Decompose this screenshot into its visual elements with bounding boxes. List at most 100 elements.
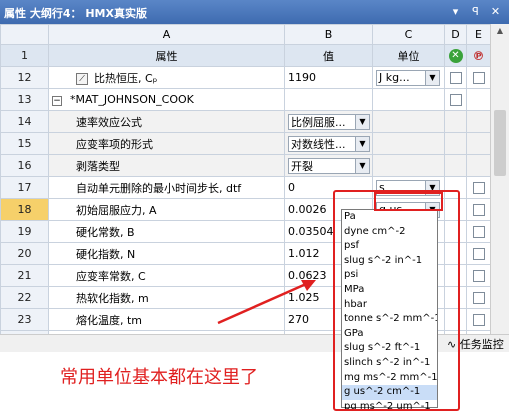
property-name-cell[interactable]: 剥落类型 — [48, 154, 285, 177]
property-label: 应变率常数, C — [76, 269, 146, 283]
column-letter-d[interactable]: D — [444, 24, 467, 45]
property-icon: ⟋ — [76, 72, 88, 85]
row-number[interactable]: 17 — [0, 176, 49, 199]
property-name-cell[interactable]: 硬化常数, B — [48, 220, 285, 243]
dropdown-arrow-icon[interactable]: ▼ — [355, 114, 369, 129]
value-cell[interactable]: 比例屈服... ▼ — [284, 110, 373, 133]
value-combobox[interactable]: 开裂 ▼ — [288, 157, 370, 174]
column-e-cell — [466, 66, 490, 89]
value-text: 270 — [288, 313, 309, 326]
checkbox[interactable] — [449, 94, 462, 106]
scroll-up-icon[interactable]: ▲ — [493, 26, 507, 40]
column-e-cell — [466, 110, 490, 133]
collapse-icon[interactable]: − — [52, 96, 62, 106]
column-d-cell — [444, 88, 467, 111]
unit-cell[interactable] — [372, 132, 445, 155]
row-number[interactable]: 14 — [0, 110, 49, 133]
row-number[interactable]: 22 — [0, 286, 49, 309]
column-e-cell — [466, 132, 490, 155]
checkbox[interactable] — [472, 204, 485, 216]
checkbox[interactable] — [449, 72, 462, 84]
property-name-cell[interactable]: 自动单元删除的最小时间步长, dtf — [48, 176, 285, 199]
column-e-cell — [466, 308, 490, 331]
annotation-text: 常用单位基本都在这里了 — [60, 367, 258, 388]
property-label: *MAT_JOHNSON_COOK — [70, 93, 194, 106]
property-label: 初始屈服应力, A — [76, 203, 157, 217]
value-cell[interactable]: 对数线性... ▼ — [284, 132, 373, 155]
parameter-icon[interactable]: ℗ — [472, 49, 486, 63]
unit-combobox[interactable]: J kg... ▼ — [376, 69, 440, 86]
checkbox[interactable] — [472, 314, 485, 326]
column-letter-e[interactable]: E — [466, 24, 490, 45]
value-combobox[interactable]: 比例屈服... ▼ — [288, 113, 370, 130]
column-letter-a[interactable]: A — [48, 24, 285, 45]
value-text: 1190 — [288, 71, 316, 84]
column-d-cell — [444, 66, 467, 89]
value-cell[interactable] — [284, 88, 373, 111]
table-row[interactable]: 14 速率效应公式 比例屈服... ▼ — [0, 110, 490, 133]
column-e-cell — [466, 242, 490, 265]
value-text: 0.0026 — [288, 203, 327, 216]
column-d-header[interactable]: ✕ — [444, 44, 467, 67]
corner-cell — [0, 24, 49, 45]
reset-icon[interactable]: ✕ — [448, 49, 463, 63]
dropdown-arrow-icon[interactable]: ▼ — [355, 136, 369, 151]
dropdown-menu-icon[interactable]: ▾ — [448, 4, 463, 19]
highlight-box-unit — [374, 192, 443, 211]
checkbox[interactable] — [472, 182, 485, 194]
property-name-cell[interactable]: 应变率常数, C — [48, 264, 285, 287]
property-name-cell[interactable]: ⟋ 比热恒压, Cₚ — [48, 66, 285, 89]
property-name-cell[interactable]: 速率效应公式 — [48, 110, 285, 133]
row-number[interactable]: 13 — [0, 88, 49, 111]
checkbox[interactable] — [472, 72, 485, 84]
table-row[interactable]: 12 ⟋ 比热恒压, Cₚ 1190 J kg... ▼ — [0, 66, 490, 89]
checkbox[interactable] — [472, 270, 485, 282]
dropdown-arrow-icon[interactable]: ▼ — [355, 158, 369, 173]
unit-cell[interactable] — [372, 154, 445, 177]
column-names-row: 1 属性 值 单位 ✕ ℗ — [0, 44, 490, 67]
column-letter-b[interactable]: B — [284, 24, 373, 45]
column-d-cell — [444, 110, 467, 133]
row-number[interactable]: 19 — [0, 220, 49, 243]
checkbox[interactable] — [472, 248, 485, 260]
column-e-cell — [466, 198, 490, 221]
row-number[interactable]: 21 — [0, 264, 49, 287]
table-row[interactable]: 15 应变率项的形式 对数线性... ▼ — [0, 132, 490, 155]
property-label: 速率效应公式 — [76, 115, 142, 129]
row-number[interactable]: 16 — [0, 154, 49, 177]
value-combobox[interactable]: 对数线性... ▼ — [288, 135, 370, 152]
row-number[interactable]: 23 — [0, 308, 49, 331]
value-cell[interactable]: 1190 — [284, 66, 373, 89]
property-name-cell[interactable]: 熔化温度, tm — [48, 308, 285, 331]
column-e-header[interactable]: ℗ — [466, 44, 490, 67]
vertical-scrollbar[interactable]: ▲ — [490, 24, 509, 334]
row-number[interactable]: 20 — [0, 242, 49, 265]
table-row[interactable]: 13− *MAT_JOHNSON_COOK — [0, 88, 490, 111]
unit-cell[interactable] — [372, 88, 445, 111]
pin-icon[interactable]: ꟼ — [468, 4, 483, 19]
checkbox[interactable] — [472, 292, 485, 304]
value-cell[interactable]: 开裂 ▼ — [284, 154, 373, 177]
row-number[interactable]: 15 — [0, 132, 49, 155]
property-label: 热软化指数, m — [76, 291, 149, 305]
row-number[interactable]: 18 — [0, 198, 49, 221]
property-label: 自动单元删除的最小时间步长, dtf — [76, 181, 242, 195]
value-combobox-label: 开裂 — [291, 159, 313, 173]
unit-cell[interactable]: J kg... ▼ — [372, 66, 445, 89]
property-name-cell[interactable]: 初始屈服应力, A — [48, 198, 285, 221]
close-icon[interactable]: ✕ — [488, 4, 503, 19]
property-name-cell[interactable]: − *MAT_JOHNSON_COOK — [48, 88, 285, 111]
column-letter-c[interactable]: C — [372, 24, 445, 45]
table-row[interactable]: 16 剥落类型 开裂 ▼ — [0, 154, 490, 177]
row-number[interactable]: 12 — [0, 66, 49, 89]
value-text: 1.012 — [288, 247, 320, 260]
dropdown-arrow-icon[interactable]: ▼ — [425, 70, 439, 85]
scroll-thumb[interactable] — [494, 110, 506, 176]
unit-cell[interactable] — [372, 110, 445, 133]
property-label: 应变率项的形式 — [76, 137, 153, 151]
property-name-cell[interactable]: 应变率项的形式 — [48, 132, 285, 155]
property-name-cell[interactable]: 硬化指数, N — [48, 242, 285, 265]
property-name-cell[interactable]: 热软化指数, m — [48, 286, 285, 309]
checkbox[interactable] — [472, 226, 485, 238]
column-d-cell — [444, 132, 467, 155]
